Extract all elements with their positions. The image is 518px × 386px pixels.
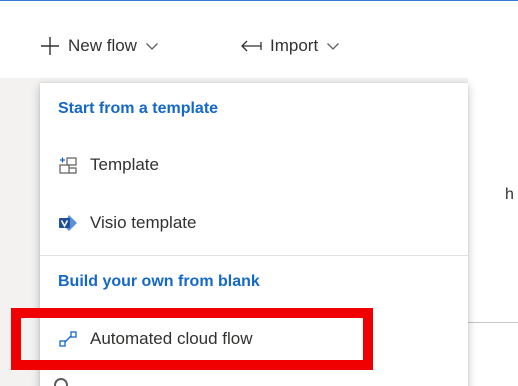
- section-header-build-from-blank: Build your own from blank: [58, 273, 260, 290]
- import-button[interactable]: Import: [240, 31, 340, 61]
- flow-connector-icon: [59, 331, 77, 347]
- chevron-down-icon: [146, 43, 158, 50]
- import-label: Import: [270, 36, 319, 55]
- new-flow-button[interactable]: New flow: [40, 31, 159, 61]
- chevron-down-icon: [327, 43, 340, 50]
- plus-icon: [41, 37, 59, 55]
- automated-cloud-flow-label: Automated cloud flow: [90, 329, 253, 348]
- power-automate-screen: New flow Import h Start from a template: [0, 0, 518, 386]
- template-icon: [59, 157, 77, 174]
- menu-item-visio-template[interactable]: Visio template: [40, 203, 468, 243]
- import-arrow-icon: [241, 40, 262, 52]
- menu-divider: [40, 255, 468, 256]
- command-bar: New flow Import: [0, 0, 518, 78]
- truncated-background-text: h: [505, 186, 514, 203]
- background-content: [468, 78, 518, 386]
- background-divider: [468, 322, 518, 323]
- section-header-start-from-template: Start from a template: [58, 100, 219, 117]
- visio-icon: [59, 215, 77, 231]
- menu-item-template[interactable]: Template: [40, 145, 468, 185]
- partially-visible-icon: [54, 378, 68, 386]
- new-flow-label: New flow: [68, 36, 137, 55]
- visio-template-label: Visio template: [90, 213, 197, 232]
- new-flow-dropdown-menu: Start from a template Template Visio tem…: [40, 83, 468, 386]
- template-label: Template: [90, 155, 159, 174]
- menu-item-automated-cloud-flow[interactable]: Automated cloud flow: [40, 319, 468, 359]
